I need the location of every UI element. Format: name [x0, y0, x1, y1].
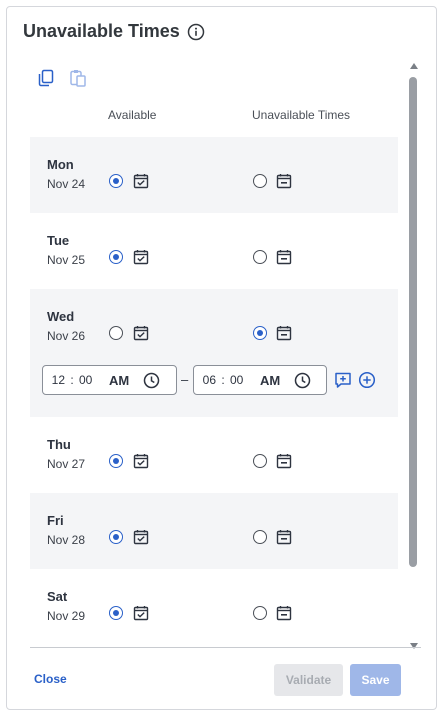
calendar-check-icon[interactable] [133, 605, 149, 621]
close-button[interactable]: Close [34, 672, 67, 686]
day-row-mon: Mon Nov 24 [30, 137, 398, 213]
calendar-check-icon[interactable] [133, 249, 149, 265]
day-row-fri: Fri Nov 28 [30, 493, 398, 569]
available-radio[interactable] [109, 530, 123, 544]
end-hour[interactable]: 06 [194, 373, 216, 387]
day-name: Mon [47, 157, 74, 172]
dialog-title: Unavailable Times [23, 21, 180, 41]
calendar-minus-icon[interactable] [276, 529, 292, 545]
day-name: Fri [47, 513, 64, 528]
end-ampm[interactable]: AM [260, 373, 290, 388]
calendar-check-icon[interactable] [133, 325, 149, 341]
day-row-wed: Wed Nov 26 12 : 00 AM – 06: 00 AM [30, 289, 398, 417]
day-date: Nov 28 [47, 533, 86, 547]
time-range-separator: – [181, 372, 189, 387]
unavailable-radio[interactable] [253, 530, 267, 544]
column-header-unavailable: Unavailable Times [252, 108, 351, 122]
unavailable-radio[interactable] [253, 250, 267, 264]
scrollbar-thumb[interactable] [409, 77, 417, 567]
toolbar [37, 69, 87, 87]
time-colon: : [70, 373, 74, 387]
day-date: Nov 29 [47, 609, 86, 623]
start-time-picker[interactable]: 12 : 00 AM [42, 365, 177, 395]
unavailable-times-dialog: Unavailable Times Available Unavailable … [6, 6, 437, 710]
start-ampm[interactable]: AM [109, 373, 139, 388]
day-name: Sat [47, 589, 68, 604]
unavailable-radio[interactable] [253, 174, 267, 188]
copy-icon[interactable] [37, 69, 55, 87]
start-hour[interactable]: 12 [43, 373, 65, 387]
day-row-sat: Sat Nov 29 [30, 569, 398, 645]
add-comment-icon[interactable] [334, 371, 352, 389]
clock-icon[interactable] [294, 372, 311, 389]
unavailable-radio[interactable] [253, 454, 267, 468]
info-icon[interactable] [187, 23, 205, 41]
end-time-picker[interactable]: 06 : 00 AM [193, 365, 327, 395]
add-circle-icon[interactable] [358, 371, 376, 389]
day-date: Nov 25 [47, 253, 86, 267]
calendar-check-icon[interactable] [133, 173, 149, 189]
clock-icon[interactable] [143, 372, 160, 389]
available-radio[interactable] [109, 454, 123, 468]
day-row-thu: Thu Nov 27 [30, 417, 398, 493]
calendar-minus-icon[interactable] [276, 605, 292, 621]
day-row-tue: Tue Nov 25 [30, 213, 398, 289]
scrollbar[interactable] [408, 63, 420, 649]
calendar-minus-icon[interactable] [276, 453, 292, 469]
available-radio[interactable] [109, 326, 123, 340]
day-date: Nov 24 [47, 177, 86, 191]
footer-divider [30, 647, 421, 648]
calendar-check-icon[interactable] [133, 453, 149, 469]
day-date: Nov 26 [47, 329, 86, 343]
unavailable-radio[interactable] [253, 326, 267, 340]
start-minute[interactable]: 00 [79, 373, 97, 387]
calendar-minus-icon[interactable] [276, 173, 292, 189]
scroll-down-arrow-icon[interactable] [410, 643, 418, 649]
day-date: Nov 27 [47, 457, 86, 471]
unavailable-radio[interactable] [253, 606, 267, 620]
time-colon: : [221, 373, 225, 387]
calendar-check-icon[interactable] [133, 529, 149, 545]
dialog-header: Unavailable Times [23, 21, 205, 42]
available-radio[interactable] [109, 174, 123, 188]
available-radio[interactable] [109, 606, 123, 620]
day-name: Thu [47, 437, 71, 452]
column-header-available: Available [108, 108, 157, 122]
scroll-up-arrow-icon[interactable] [410, 63, 418, 69]
end-minute[interactable]: 00 [230, 373, 248, 387]
paste-icon[interactable] [69, 69, 87, 87]
save-button[interactable]: Save [350, 664, 401, 696]
calendar-minus-icon[interactable] [276, 325, 292, 341]
calendar-minus-icon[interactable] [276, 249, 292, 265]
day-name: Tue [47, 233, 70, 248]
available-radio[interactable] [109, 250, 123, 264]
days-list[interactable]: Mon Nov 24 Tue Nov 25 Wed Nov 26 12: 00… [30, 137, 398, 645]
validate-button[interactable]: Validate [274, 664, 343, 696]
day-name: Wed [47, 309, 75, 324]
